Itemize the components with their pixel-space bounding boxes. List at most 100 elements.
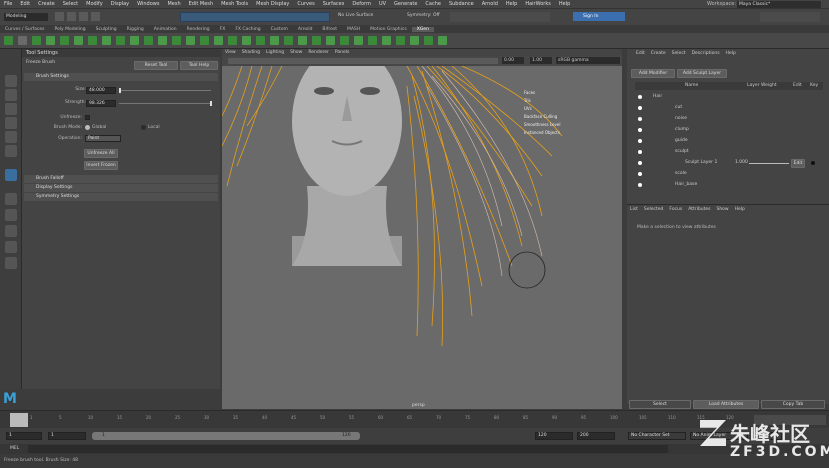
menu-help-2[interactable]: Help [555,1,574,7]
vp-menu-panels[interactable]: Panels [332,50,352,55]
ol-menu-select[interactable]: Select [669,51,689,56]
character-set-dropdown[interactable]: No Character Set [628,432,686,440]
ol-menu-help[interactable]: Help [723,51,739,56]
brush-settings-header[interactable]: Brush Settings [24,73,218,81]
shelf-tab-arnold[interactable]: Arnold [293,27,318,32]
grass-icon[interactable] [438,36,447,45]
visibility-icon[interactable] [638,172,642,176]
menu-create[interactable]: Create [34,1,59,7]
layout-icon[interactable] [5,241,17,253]
visibility-icon[interactable] [638,117,642,121]
viewport-icons[interactable] [228,58,498,64]
brush-mode-local-radio[interactable] [141,125,146,130]
menu-mesh-tools[interactable]: Mesh Tools [217,1,252,7]
total-end-field[interactable]: 200 [577,432,615,440]
display-settings-header[interactable]: Display Settings [24,184,218,192]
menu-select[interactable]: Select [59,1,82,7]
symmetry-label[interactable]: Symmetry: Off [407,13,440,18]
select-tool-icon[interactable] [5,75,17,87]
menu-subdance[interactable]: Subdance [445,1,478,7]
attr-menu-focus[interactable]: Focus [666,207,685,212]
brush-mode-global-radio[interactable] [85,125,90,130]
menu-generate[interactable]: Generate [390,1,421,7]
visibility-icon[interactable] [638,106,642,110]
menu-deform[interactable]: Deform [348,1,375,7]
vp-menu-shading[interactable]: Shading [239,50,263,55]
grass-icon[interactable] [256,36,265,45]
list-item[interactable]: clump [635,125,823,135]
load-attributes-button[interactable]: Load Attributes [693,400,759,409]
rotate-tool-icon[interactable] [5,131,17,143]
start-time-field[interactable]: 1 [6,432,42,440]
grass-icon[interactable] [46,36,55,45]
range-slider[interactable]: 1 120 [92,432,360,440]
ol-menu-edit[interactable]: Edit [633,51,648,56]
grass-icon[interactable] [228,36,237,45]
grass-icon[interactable] [354,36,363,45]
grass-icon[interactable] [312,36,321,45]
command-input[interactable] [28,445,668,453]
scale-tool-icon[interactable] [5,145,17,157]
strength-slider-handle[interactable] [210,101,212,106]
mode-dropdown[interactable]: Modeling [4,13,48,21]
grass-icon[interactable] [326,36,335,45]
attr-menu-attributes[interactable]: Attributes [685,207,713,212]
grass-icon[interactable] [102,36,111,45]
menu-surfaces[interactable]: Surfaces [319,1,349,7]
shelf-tab-sculpting[interactable]: Sculpting [91,27,122,32]
grass-icon[interactable] [130,36,139,45]
grass-icon[interactable] [242,36,251,45]
visibility-icon[interactable] [638,150,642,154]
grass-icon[interactable] [116,36,125,45]
move-tool-icon[interactable] [5,117,17,129]
list-item[interactable]: scale [635,169,823,179]
list-item[interactable]: sculpt [635,147,823,157]
edit-layer-button[interactable]: Edit [791,159,805,168]
attr-menu-list[interactable]: List [627,207,641,212]
shelf-tab-rendering[interactable]: Rendering [182,27,215,32]
shelf-tab-xgen[interactable]: XGen [411,26,434,32]
visibility-icon[interactable] [638,95,642,99]
lasso-tool-icon[interactable] [5,89,17,101]
size-slider-handle[interactable] [119,88,121,93]
list-item[interactable]: guide [635,136,823,146]
layer-weight-slider[interactable] [749,163,789,164]
current-frame-marker[interactable] [10,413,28,427]
list-item[interactable]: noise [635,114,823,124]
layer-weight-value[interactable]: 1.000 [735,158,748,168]
grass-icon[interactable] [144,36,153,45]
add-sculpt-layer-button[interactable]: Add Sculpt Layer [677,69,727,78]
key-icon[interactable] [811,161,815,165]
grass-icon[interactable] [396,36,405,45]
menu-hairworks[interactable]: HairWorks [521,1,555,7]
freeze-brush-icon[interactable] [5,169,17,181]
grass-icon[interactable] [284,36,293,45]
strength-slider[interactable] [119,103,211,104]
vp-menu-view[interactable]: View [222,50,239,55]
size-field[interactable]: 48.000 [86,87,116,94]
layout-icon[interactable] [5,225,17,237]
end-time-field[interactable]: 120 [535,432,573,440]
grass-icon[interactable] [340,36,349,45]
menu-cache[interactable]: Cache [421,1,445,7]
tool-help-button[interactable]: Tool Help [180,61,218,70]
grass-icon[interactable] [298,36,307,45]
save-icon[interactable] [67,12,76,21]
menu-help-1[interactable]: Help [502,1,521,7]
list-item[interactable]: Sculpt Layer 1 1.000 Edit [635,158,823,168]
shelf-tab-rigging[interactable]: Rigging [122,27,149,32]
add-modifier-button[interactable]: Add Modifier [631,69,675,78]
menu-display[interactable]: Display [107,1,133,7]
menu-mesh[interactable]: Mesh [163,1,184,7]
visibility-icon[interactable] [638,161,642,165]
xgen-icon[interactable] [4,36,13,45]
reset-tool-button[interactable]: Reset Tool [134,61,178,70]
close-icon[interactable] [18,36,27,45]
paint-select-icon[interactable] [5,103,17,115]
vp-menu-lighting[interactable]: Lighting [263,50,287,55]
menu-edit[interactable]: Edit [16,1,34,7]
vp-menu-show[interactable]: Show [287,50,305,55]
visibility-icon[interactable] [638,128,642,132]
list-item[interactable]: Hair_base [635,180,823,190]
grass-icon[interactable] [60,36,69,45]
